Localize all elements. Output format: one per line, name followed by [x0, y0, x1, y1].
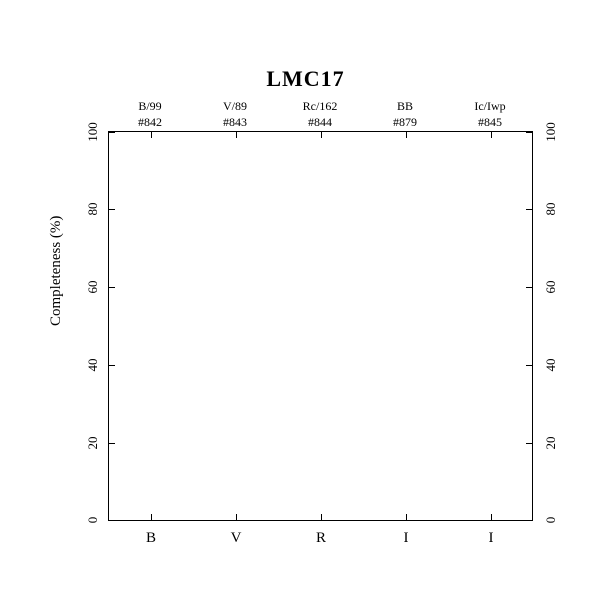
ytick-left: 80 [85, 194, 101, 224]
ytick-right: 20 [543, 428, 559, 458]
col-header-top: BB [375, 99, 435, 114]
ytick-right: 80 [543, 194, 559, 224]
col-header-bot: #843 [205, 115, 265, 130]
col-header-bot: #842 [120, 115, 180, 130]
chart-stage: LMC17 Completeness (%) B/99 V/89 Rc/162 … [0, 0, 611, 611]
chart-title: LMC17 [0, 66, 611, 92]
col-header-top: B/99 [120, 99, 180, 114]
col-header-bot: #879 [375, 115, 435, 130]
col-header-bot: #845 [460, 115, 520, 130]
col-header-top: V/89 [205, 99, 265, 114]
ytick-right: 40 [543, 350, 559, 380]
ytick-left: 100 [85, 117, 101, 147]
xtick: R [311, 530, 331, 547]
col-header-top: Ic/Iwp [460, 99, 520, 114]
ytick-left: 40 [85, 350, 101, 380]
col-header-top: Rc/162 [290, 99, 350, 114]
col-header-bot: #844 [290, 115, 350, 130]
xtick: B [141, 530, 161, 547]
xtick: I [396, 530, 416, 547]
plot-area [108, 131, 533, 521]
ytick-right: 100 [543, 117, 559, 147]
ytick-left: 20 [85, 428, 101, 458]
xtick: I [481, 530, 501, 547]
xtick: V [226, 530, 246, 547]
ytick-left: 60 [85, 272, 101, 302]
ytick-right: 60 [543, 272, 559, 302]
y-axis-label: Completeness (%) [48, 216, 65, 326]
ytick-right: 0 [543, 505, 559, 535]
ytick-left: 0 [85, 505, 101, 535]
